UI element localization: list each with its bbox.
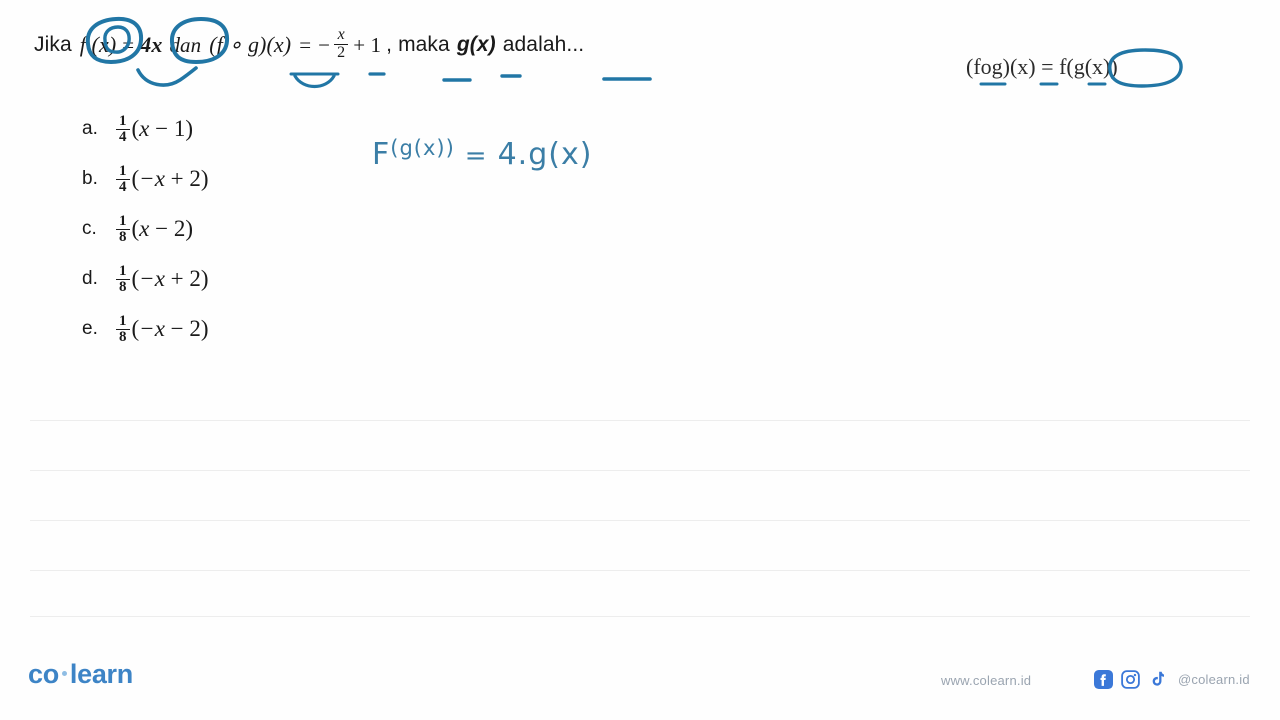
formula-right-inner: (g(x)) <box>1066 54 1118 79</box>
tiktok-icon[interactable] <box>1148 670 1167 689</box>
plus-one-term: + 1 <box>353 33 382 58</box>
ruled-line <box>30 470 1250 471</box>
paren-close: ) <box>185 116 194 141</box>
option-d[interactable]: d. 1 8 (−x + 2) <box>82 254 209 304</box>
fraction-denominator: 8 <box>116 228 130 245</box>
maka-word: maka <box>398 33 450 57</box>
option-expression: (−x + 2) <box>132 266 209 292</box>
social-links: @colearn.id <box>1094 670 1250 689</box>
option-fraction: 1 8 <box>116 312 130 345</box>
hand-equals: = <box>464 141 488 171</box>
option-letter: d. <box>82 268 98 289</box>
expr-constant: 1 <box>173 116 186 141</box>
expr-variable: −x <box>139 166 165 191</box>
hand-result-function: g(x) <box>528 137 593 172</box>
fraction-denominator: 4 <box>116 128 130 145</box>
option-c[interactable]: c. 1 8 (x − 2) <box>82 204 209 254</box>
fraction-numerator: x <box>337 26 345 43</box>
option-letter: a. <box>82 118 98 139</box>
social-handle: @colearn.id <box>1178 672 1250 687</box>
fraction-numerator: 1 <box>119 262 127 279</box>
option-a[interactable]: a. 1 4 (x − 1) <box>82 104 209 154</box>
expr-constant: 2 <box>173 216 186 241</box>
answer-options-list: a. 1 4 (x − 1) b. 1 4 (−x + 2) c. 1 8 (x… <box>82 104 209 354</box>
colearn-logo: co learn <box>28 659 133 690</box>
minus-sign: − <box>318 33 331 58</box>
equals-sign-2: = <box>299 33 312 58</box>
worksheet-page: Jika f (x) = 4x dan (f ∘ g)(x) = − x 2 + 1, maka g(x… <box>0 0 1280 720</box>
expr-constant: 2 <box>189 166 201 191</box>
composition-expression: (f ∘ g)(x) <box>209 32 292 58</box>
facebook-icon[interactable] <box>1094 670 1113 689</box>
expr-variable: x <box>139 216 150 241</box>
connector-arc-annotation <box>136 66 198 87</box>
unknown-g-of-x: g(x) <box>456 33 496 57</box>
hand-result-coefficient: 4. <box>497 137 529 172</box>
fraction-denominator: 2 <box>334 43 349 62</box>
paren-close: ) <box>200 266 209 291</box>
fraction-numerator: 1 <box>119 212 127 229</box>
fraction-denominator: 8 <box>116 278 130 295</box>
question-statement: Jika f (x) = 4x dan (f ∘ g)(x) = − x 2 + 1, maka g(x… <box>34 26 585 62</box>
formula-left-side: (fog)(x) <box>966 54 1036 79</box>
formula-equals: = <box>1041 54 1054 79</box>
expr-variable: −x <box>139 316 165 341</box>
paren-close: ) <box>200 316 209 341</box>
ruled-line <box>30 616 1250 617</box>
equals-sign-1: = <box>122 33 135 58</box>
ruled-line <box>30 520 1250 521</box>
fraction-denominator: 8 <box>116 328 130 345</box>
fraction-numerator: 1 <box>119 312 127 329</box>
logo-text-learn: learn <box>69 659 133 689</box>
fraction-numerator: 1 <box>119 162 127 179</box>
fraction-numerator: 1 <box>119 112 127 129</box>
option-letter: e. <box>82 318 98 339</box>
hand-function-argument: (g(x)) <box>390 136 455 160</box>
dan-word: dan <box>169 33 202 58</box>
logo-text-co: co <box>28 659 59 689</box>
option-expression: (x − 1) <box>132 116 194 142</box>
expr-constant: 2 <box>189 316 201 341</box>
ruled-line <box>30 570 1250 571</box>
option-expression: (−x + 2) <box>132 166 209 192</box>
paren-close: ) <box>200 166 209 191</box>
option-b[interactable]: b. 1 4 (−x + 2) <box>82 154 209 204</box>
function-f-value: 4x <box>140 32 163 58</box>
expr-variable: −x <box>139 266 165 291</box>
fraction-x-over-2: x2 <box>334 26 349 62</box>
reference-formula: (fog)(x) = f(g(x)) <box>966 54 1118 80</box>
function-f-of-x: f (x) <box>79 32 117 58</box>
expr-operator: − <box>164 316 190 341</box>
ruled-line <box>30 420 1250 421</box>
expr-operator: − <box>149 216 174 241</box>
expr-operator: + <box>164 166 190 191</box>
expr-variable: x <box>139 116 150 141</box>
instagram-icon[interactable] <box>1121 670 1140 689</box>
option-fraction: 1 8 <box>116 212 130 245</box>
question-comma: , <box>386 33 393 57</box>
option-expression: (−x − 2) <box>132 316 209 342</box>
option-expression: (x − 2) <box>132 216 194 242</box>
fraction-denominator: 4 <box>116 178 130 195</box>
smile-curve-fog <box>293 74 336 89</box>
question-prefix: Jika <box>34 33 72 57</box>
adalah-word: adalah... <box>502 33 585 57</box>
option-fraction: 1 4 <box>116 162 130 195</box>
option-fraction: 1 4 <box>116 112 130 145</box>
logo-dot-icon <box>61 671 67 677</box>
expr-constant: 2 <box>189 266 201 291</box>
website-url[interactable]: www.colearn.id <box>941 673 1031 688</box>
option-e[interactable]: e. 1 8 (−x − 2) <box>82 304 209 354</box>
option-fraction: 1 8 <box>116 262 130 295</box>
paren-close: ) <box>185 216 194 241</box>
option-letter: c. <box>82 218 97 239</box>
expr-operator: + <box>164 266 190 291</box>
circle-annotation-gx-topright <box>1108 48 1183 88</box>
hand-function-F: F <box>372 137 391 172</box>
handwritten-working: F(g(x)) = 4.g(x) <box>372 136 592 172</box>
option-letter: b. <box>82 168 98 189</box>
expr-operator: − <box>149 116 174 141</box>
